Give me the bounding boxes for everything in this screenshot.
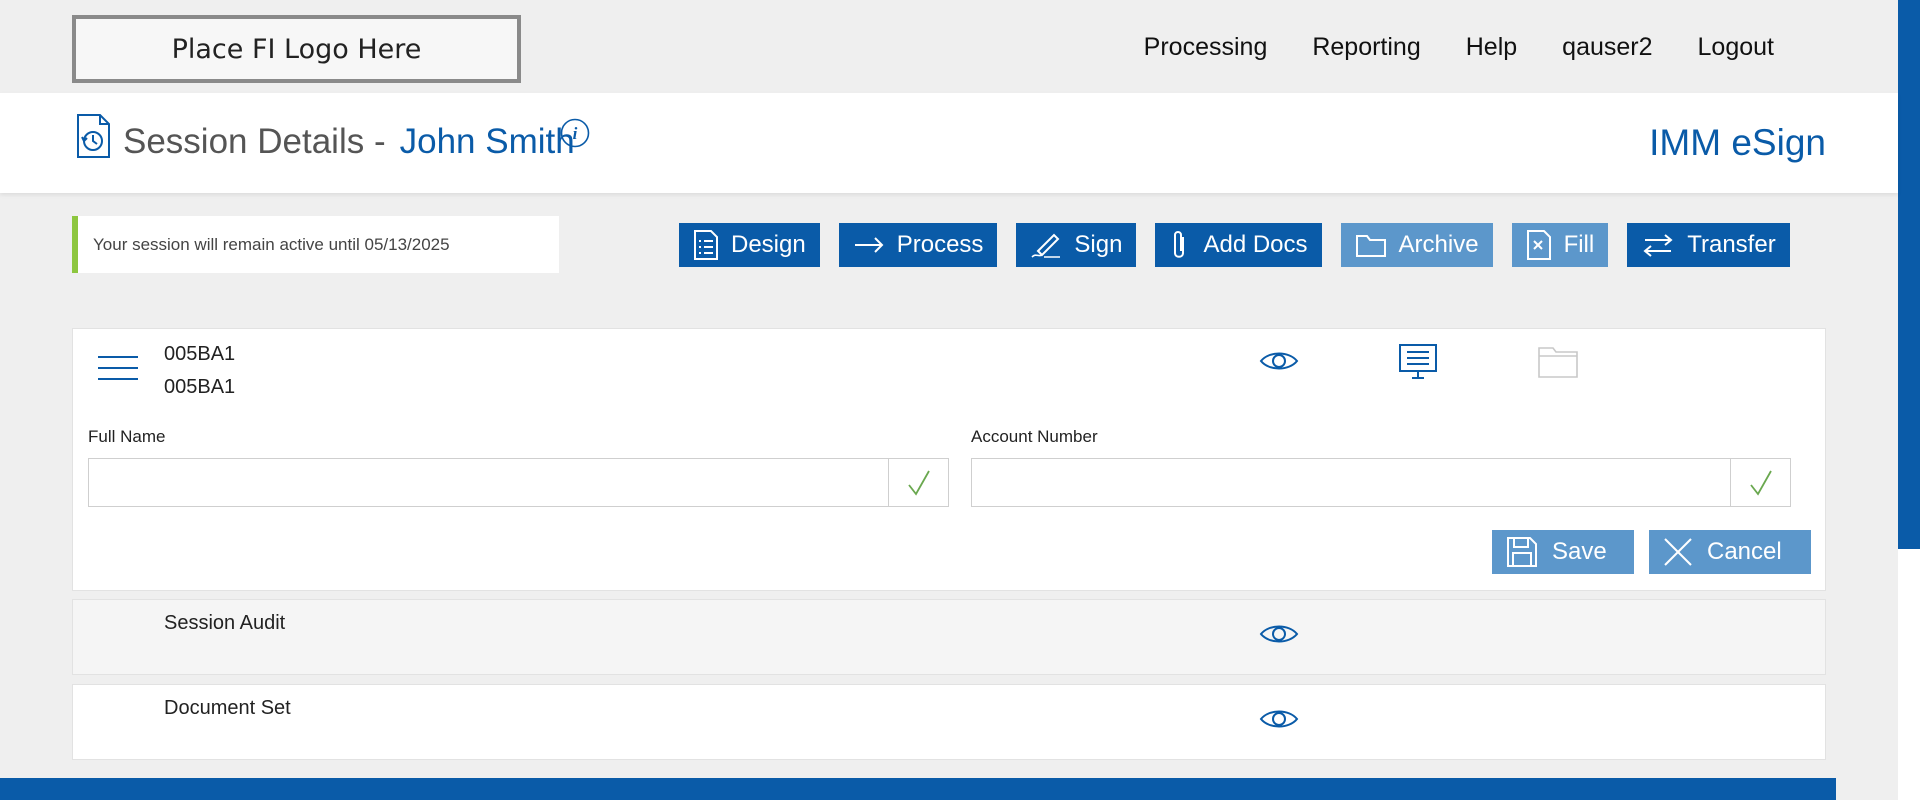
session-history-icon — [77, 114, 110, 158]
page-title-prefix: Session Details - — [123, 122, 386, 161]
archive-button[interactable]: Archive — [1340, 223, 1493, 267]
archive-label: Archive — [1398, 231, 1479, 258]
fill-label: Fill — [1563, 231, 1595, 258]
session-notice: Your session will remain active until 05… — [72, 216, 559, 273]
floppy-disk-icon — [1507, 537, 1537, 567]
transfer-arrows-icon — [1643, 234, 1673, 257]
customer-name: John Smith — [399, 122, 575, 161]
nav-user[interactable]: qauser2 — [1562, 33, 1652, 62]
document-set-label: Document Set — [164, 697, 291, 719]
design-label: Design — [731, 231, 806, 258]
sign-label: Sign — [1074, 231, 1123, 258]
account-number-label: Account Number — [971, 427, 1098, 446]
full-name-label: Full Name — [88, 427, 166, 446]
info-icon[interactable]: i — [560, 118, 590, 148]
top-nav: Processing Reporting Help qauser2 Logout — [1144, 33, 1774, 62]
nav-reporting[interactable]: Reporting — [1312, 33, 1420, 62]
fill-button[interactable]: Fill — [1511, 223, 1609, 267]
process-button[interactable]: Process — [838, 223, 998, 267]
svg-text:i: i — [573, 124, 578, 143]
design-list-icon — [694, 230, 718, 260]
add-docs-button[interactable]: Add Docs — [1155, 223, 1322, 267]
session-notice-text: Your session will remain active until 05… — [93, 234, 450, 254]
save-label: Save — [1552, 538, 1607, 565]
account-number-check-icon — [1730, 459, 1790, 506]
eye-icon[interactable] — [1259, 622, 1299, 646]
folder-disabled-icon — [1538, 347, 1578, 378]
arrow-right-icon — [854, 237, 884, 253]
cancel-label: Cancel — [1707, 538, 1782, 565]
presentation-screen-icon[interactable] — [1398, 343, 1438, 381]
document-panel: 005BA1 005BA1 Full Name Account Number S… — [72, 328, 1826, 591]
logo-placeholder: Place FI Logo Here — [72, 15, 521, 83]
paperclip-icon — [1174, 231, 1185, 258]
nav-logout[interactable]: Logout — [1698, 33, 1774, 62]
close-icon — [1664, 538, 1692, 566]
full-name-check-icon — [888, 459, 948, 506]
full-name-field — [88, 458, 949, 507]
process-label: Process — [896, 231, 984, 258]
document-id-secondary: 005BA1 — [164, 376, 236, 398]
full-name-input[interactable] — [89, 459, 888, 506]
save-button[interactable]: Save — [1492, 530, 1634, 574]
menu-icon[interactable] — [98, 356, 138, 384]
add-docs-label: Add Docs — [1203, 231, 1308, 258]
session-audit-row[interactable]: Session Audit — [72, 599, 1826, 675]
cancel-button[interactable]: Cancel — [1649, 530, 1811, 574]
action-toolbar: Design Process Sign Add Docs Archive Fil… — [679, 223, 1790, 267]
nav-help[interactable]: Help — [1466, 33, 1517, 62]
session-audit-label: Session Audit — [164, 612, 286, 634]
design-button[interactable]: Design — [679, 223, 820, 267]
transfer-button[interactable]: Transfer — [1627, 223, 1790, 267]
document-set-row[interactable]: Document Set — [72, 684, 1826, 760]
footer-bar — [0, 778, 1836, 800]
scrollbar-thumb[interactable] — [1898, 0, 1920, 549]
account-number-input[interactable] — [972, 459, 1730, 506]
top-header: Place FI Logo Here Processing Reporting … — [0, 0, 1898, 93]
page-title: Session Details - John Smith — [123, 122, 575, 162]
eye-icon[interactable] — [1259, 707, 1299, 731]
account-number-field — [971, 458, 1791, 507]
folder-icon — [1355, 235, 1386, 257]
transfer-label: Transfer — [1687, 231, 1776, 258]
eye-icon[interactable] — [1259, 349, 1299, 373]
fill-form-icon — [1526, 230, 1551, 260]
sign-button[interactable]: Sign — [1016, 223, 1137, 267]
nav-processing[interactable]: Processing — [1144, 33, 1268, 62]
document-id-primary: 005BA1 — [164, 343, 236, 365]
pen-icon — [1031, 233, 1061, 258]
app-name: IMM eSign — [1649, 122, 1826, 163]
